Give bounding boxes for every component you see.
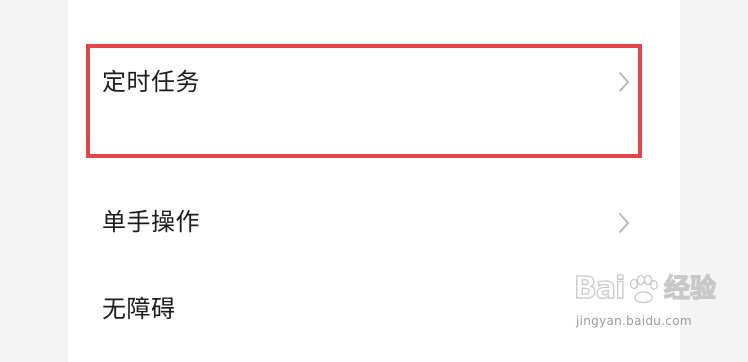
setting-item-label: 无障碍 [102, 295, 176, 323]
setting-item-label: 定时任务 [102, 68, 200, 96]
settings-screen: 定时任务 单手操作 无障碍 [68, 0, 680, 362]
setting-item-scheduled-tasks[interactable]: 定时任务 [68, 55, 680, 145]
settings-list: 定时任务 单手操作 无障碍 [68, 0, 680, 362]
setting-item-one-handed-mode[interactable]: 单手操作 [68, 196, 680, 252]
chevron-right-icon [618, 212, 630, 234]
chevron-right-icon [618, 71, 630, 93]
setting-item-label: 单手操作 [102, 208, 200, 236]
setting-item-accessibility[interactable]: 无障碍 [68, 285, 680, 335]
